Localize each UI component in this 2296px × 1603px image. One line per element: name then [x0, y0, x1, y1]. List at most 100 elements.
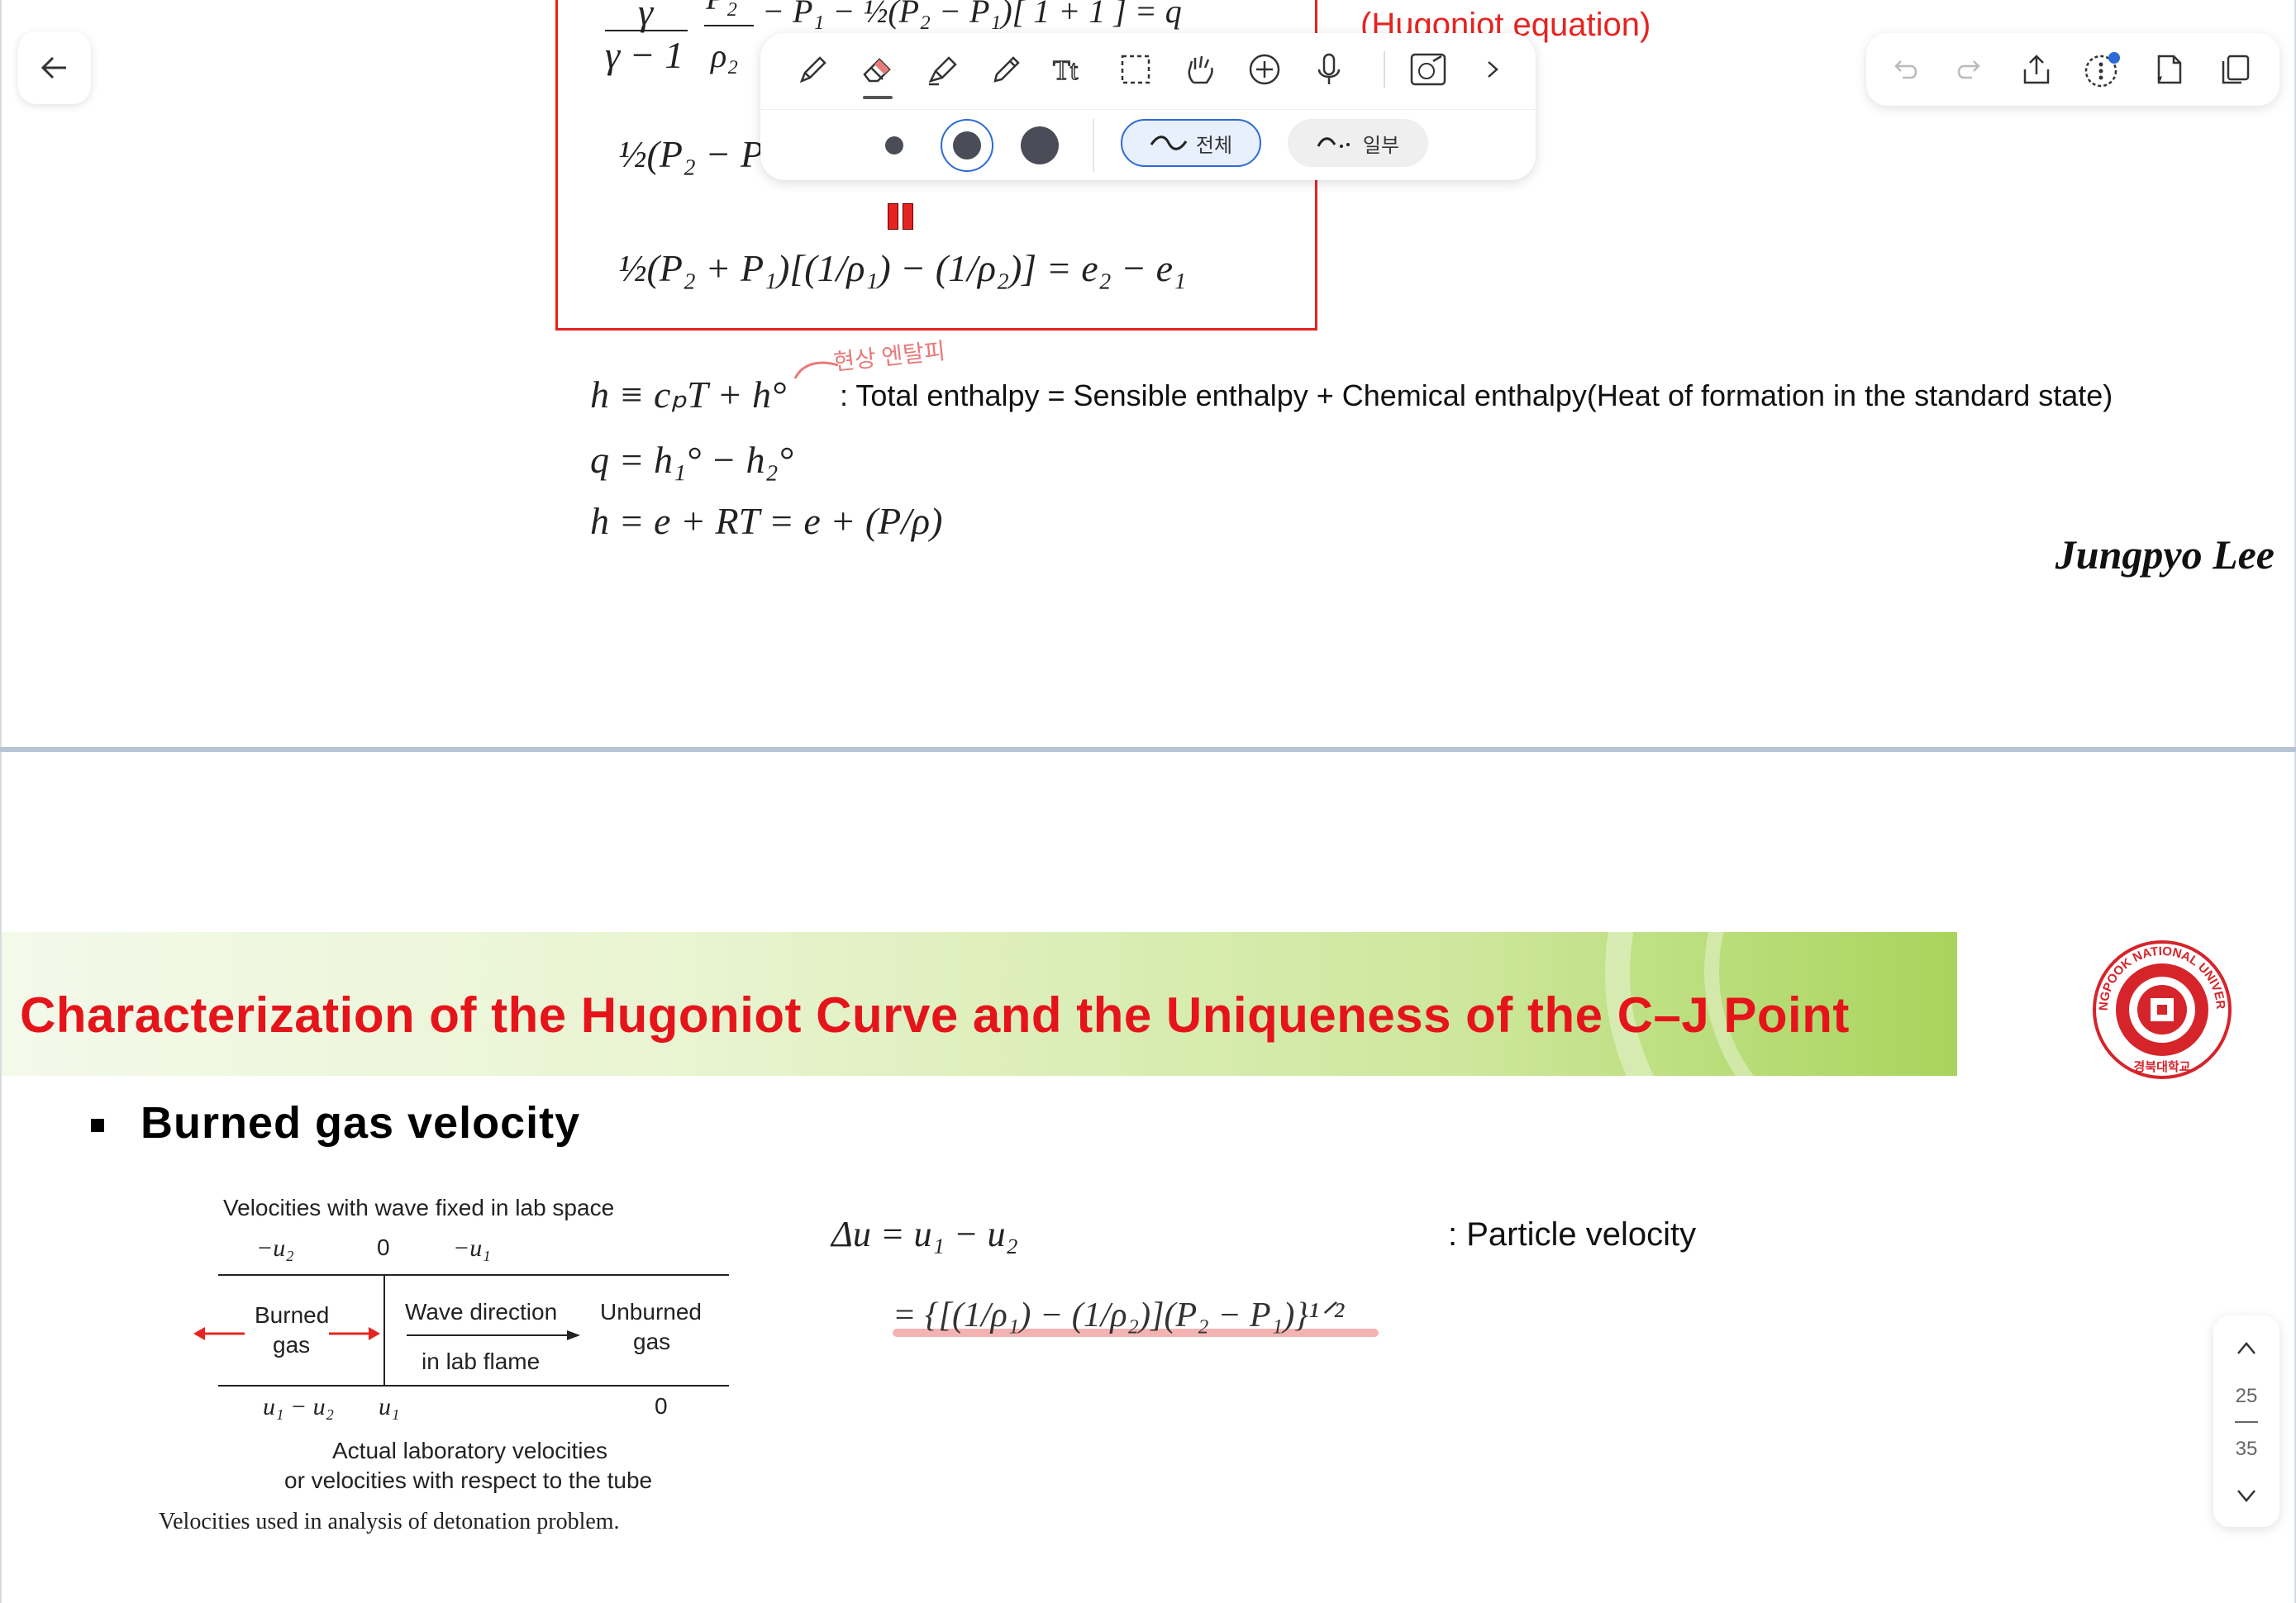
hand-tool-button[interactable]	[1175, 45, 1225, 94]
redo-button[interactable]	[1946, 45, 1995, 94]
note-page-2[interactable]: Characterization of the Hugoniot Curve a…	[0, 752, 2296, 1603]
in-lab-flame-label: in lab flame	[422, 1349, 541, 1374]
diagram-top-u2: −u₂	[256, 1234, 294, 1262]
diagram-top-zero: 0	[377, 1234, 390, 1260]
more-button[interactable]	[2078, 45, 2127, 94]
eq-rho2: ρ₂	[711, 37, 739, 74]
duplicate-button[interactable]	[2210, 45, 2260, 94]
erase-partial-label: 일부	[1362, 134, 1400, 157]
stroke-size-large[interactable]	[1013, 119, 1066, 172]
document-toolbar	[1866, 33, 2279, 106]
share-button[interactable]	[2012, 45, 2061, 94]
next-page-button[interactable]	[2230, 1479, 2263, 1512]
page-number-separator	[2235, 1421, 2258, 1423]
diagram-bottom-line	[218, 1385, 729, 1387]
bullet-marker	[91, 1119, 104, 1132]
hand-icon	[1188, 55, 1213, 84]
enthalpy-energy-equation: h = e + RT = e + (P/ρ)	[590, 500, 943, 542]
eraser-icon	[863, 58, 891, 83]
erase-all-label: 전체	[1195, 134, 1233, 157]
toolbar-separator	[1384, 51, 1385, 88]
current-page-number: 25	[2235, 1385, 2258, 1407]
sticker-icon	[1410, 53, 1446, 86]
wave-direction-label: Wave direction	[405, 1299, 558, 1325]
unburned-gas-label: gas	[633, 1329, 671, 1354]
eraser-tool-button[interactable]	[853, 45, 903, 99]
total-page-count: 35	[2235, 1438, 2258, 1460]
burned-label: Burned	[255, 1302, 330, 1328]
chevron-right-icon	[1488, 61, 1498, 78]
author-name: Jungpyo Lee	[2055, 531, 2275, 578]
pen-toolbar: Tt 전체 일부	[760, 33, 1536, 180]
highlighter-icon	[928, 56, 957, 86]
unburned-label: Unburned	[600, 1299, 702, 1325]
particle-velocity-label: : Particle velocity	[1448, 1216, 1697, 1253]
stroke-wave-icon	[1150, 136, 1188, 150]
lasso-select-icon	[1121, 55, 1150, 84]
diagram-bottom-caption-1: Actual laboratory velocities	[332, 1438, 608, 1463]
pencil-icon	[993, 56, 1020, 83]
add-tool-button[interactable]	[1240, 45, 1289, 94]
microphone-tool-button[interactable]	[1304, 45, 1354, 94]
pen-tool-button[interactable]	[788, 45, 838, 94]
erase-all-option[interactable]: 전체	[1121, 119, 1261, 167]
fraction-bar	[605, 30, 688, 31]
diagram-wave-front	[383, 1274, 385, 1387]
sticker-tool-button[interactable]	[1403, 45, 1453, 94]
partial-stroke-icon	[1317, 137, 1350, 148]
heat-release-equation: q = h₁° − h₂°	[590, 439, 793, 481]
highlighter-tool-button[interactable]	[917, 45, 967, 94]
text-icon: Tt	[1052, 55, 1079, 87]
diagram-top-line	[218, 1274, 729, 1276]
diagram-bottom-caption-2: or velocities with respect to the tube	[284, 1467, 653, 1493]
toolbar-row-divider	[760, 109, 1536, 110]
page-navigator: 25 35	[2213, 1315, 2279, 1527]
eq-gamma: γ	[638, 0, 654, 33]
more-tools-button[interactable]	[1468, 45, 1517, 94]
svg-text:경북대학교: 경북대학교	[2133, 1059, 2190, 1074]
delta-u-equation: Δu = u₁ − u₂	[831, 1214, 1018, 1254]
arrow-left-icon	[40, 56, 66, 79]
eq-second-line: ½(P₂ − P	[618, 133, 765, 175]
handwritten-annotation: 현상 엔탈피	[832, 338, 947, 376]
chevron-down-icon	[2237, 1490, 2256, 1502]
undo-icon	[1894, 60, 1917, 79]
pause-marker-icon	[888, 203, 914, 230]
diagram-top-u1: −u₁	[453, 1234, 491, 1262]
stroke-size-small[interactable]	[868, 119, 921, 172]
undo-button[interactable]	[1879, 45, 1929, 94]
erase-partial-option[interactable]: 일부	[1288, 119, 1428, 167]
microphone-icon	[1317, 53, 1341, 84]
pencil-tool-button[interactable]	[982, 45, 1031, 94]
diagram-bottom-u1-minus-u2: u₁ − u₂	[263, 1393, 335, 1420]
burned-gas-label: gas	[273, 1332, 311, 1358]
slide-title: Characterization of the Hugoniot Curve a…	[20, 987, 1850, 1043]
eq-p2: P₂	[706, 0, 737, 17]
more-icon	[2084, 52, 2120, 88]
back-button[interactable]	[18, 31, 91, 104]
pen-icon	[799, 56, 826, 83]
text-tool-button[interactable]: Tt	[1046, 45, 1096, 94]
share-icon	[2023, 55, 2050, 84]
university-logo-icon: KYUNGPOOK NATIONAL UNIVERSITY 경북대학교	[2091, 939, 2232, 1079]
section-subtitle: Burned gas velocity	[141, 1098, 581, 1148]
diagram-bottom-zero: 0	[655, 1393, 668, 1419]
lasso-select-tool-button[interactable]	[1111, 45, 1160, 94]
previous-page-button[interactable]	[2230, 1332, 2263, 1365]
figure-caption: Velocities used in analysis of detonatio…	[159, 1509, 620, 1534]
eq-remaining-terms: − P₁ − ½(P₂ − P₁)[ 1 + 1 ] = q	[762, 0, 1182, 30]
delta-u-expression: = {[(1/ρ₁) − (1/ρ₂)](P₂ − P₁)}¹ᐟ²	[893, 1296, 1345, 1334]
new-page-icon	[2157, 55, 2182, 84]
energy-equation: ½(P₂ + P₁)[(1/ρ₁) − (1/ρ₂)] = e₂ − e₁	[618, 247, 1187, 289]
fraction-bar	[704, 25, 754, 26]
new-page-button[interactable]	[2144, 45, 2194, 94]
duplicate-icon	[2222, 55, 2250, 84]
wave-direction-arrow-icon	[407, 1330, 580, 1340]
add-icon	[1249, 54, 1280, 85]
left-arrow-icon	[193, 1327, 245, 1340]
stroke-size-medium[interactable]	[941, 119, 993, 172]
right-arrow-icon	[329, 1327, 380, 1340]
enthalpy-equation: h ≡ cₚT + h°	[590, 373, 787, 416]
redo-icon	[1957, 60, 1980, 79]
diagram-bottom-u1: u₁	[379, 1393, 400, 1420]
